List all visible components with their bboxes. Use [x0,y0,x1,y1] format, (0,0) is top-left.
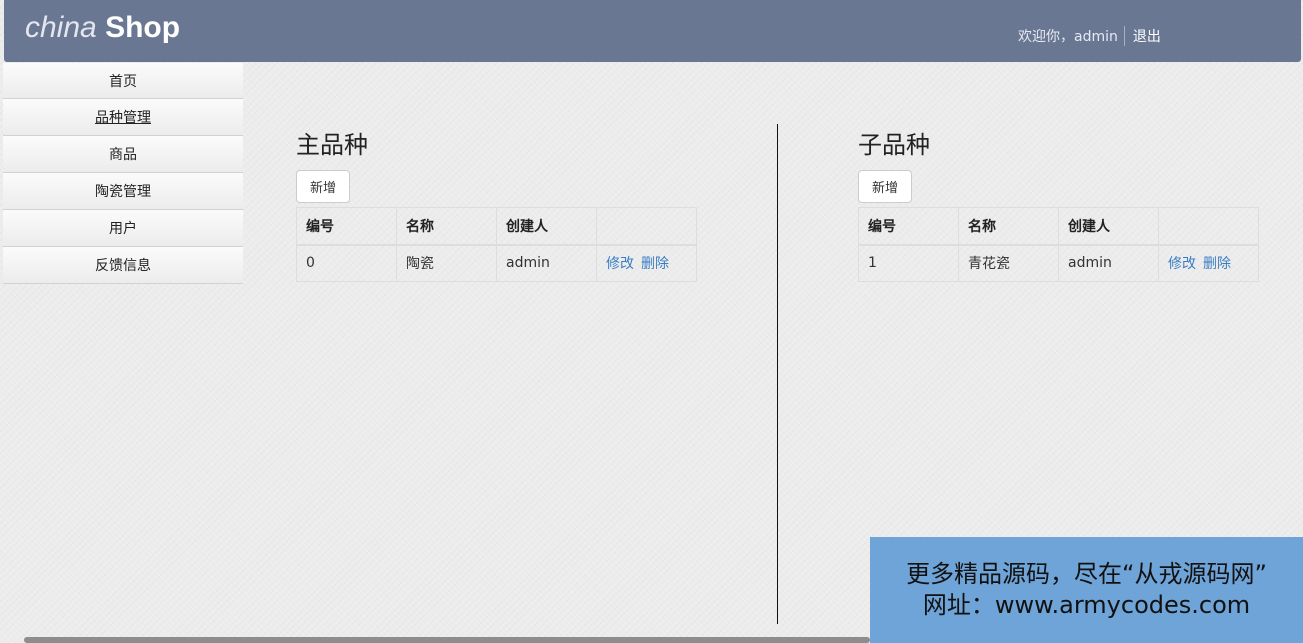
column-header-creator: 创建人 [1058,207,1159,246]
promo-line2: 网址：www.armycodes.com [922,591,1251,619]
sidebar-item-label: 用户 [109,221,137,237]
welcome-text: 欢迎你，admin [1018,29,1118,45]
sidebar: 首页 品种管理 商品 陶瓷管理 用户 反馈信息 [3,63,243,284]
sidebar-item-category-management[interactable]: 品种管理 [3,99,243,136]
vertical-divider [777,124,778,624]
brand-part1: china [25,11,97,44]
delete-link[interactable]: 删除 [1203,256,1231,272]
column-header-name: 名称 [958,207,1059,246]
column-header-id: 编号 [296,207,397,246]
top-navbar: china Shop 欢迎你，admin 退出 [4,0,1301,62]
sub-category-panel: 子品种 新增 编号 名称 创建人 1 青花瓷 admin 修改 删除 [858,130,1259,282]
cell-name: 陶瓷 [396,244,497,282]
sidebar-item-label: 商品 [109,147,137,163]
sidebar-item-label: 陶瓷管理 [95,184,151,200]
cell-id: 0 [296,244,397,282]
promo-banner: 更多精品源码，尽在“从戎源码网” 网址：www.armycodes.com [870,537,1303,643]
edit-link[interactable]: 修改 [606,256,634,272]
cell-creator: admin [496,244,597,282]
cell-actions: 修改 删除 [1158,244,1259,282]
delete-link[interactable]: 删除 [641,256,669,272]
cell-actions: 修改 删除 [596,244,697,282]
brand-logo[interactable]: china Shop [25,11,180,45]
logout-link[interactable]: 退出 [1133,26,1161,46]
cell-id: 1 [858,244,959,282]
add-sub-category-button[interactable]: 新增 [858,170,912,203]
sidebar-item-feedback[interactable]: 反馈信息 [3,247,243,284]
sub-category-table: 编号 名称 创建人 1 青花瓷 admin 修改 删除 [858,207,1259,282]
table-row: 0 陶瓷 admin 修改 删除 [296,244,697,282]
brand-part2: Shop [105,11,181,44]
horizontal-scrollbar[interactable] [24,637,870,643]
add-main-category-button[interactable]: 新增 [296,170,350,203]
sidebar-item-home[interactable]: 首页 [3,63,243,99]
sidebar-item-products[interactable]: 商品 [3,136,243,173]
column-header-actions [596,207,697,246]
table-row: 1 青花瓷 admin 修改 删除 [858,244,1259,282]
user-box: 欢迎你，admin 退出 [1018,26,1161,46]
sidebar-item-label: 反馈信息 [95,258,151,274]
column-header-actions [1158,207,1259,246]
column-header-id: 编号 [858,207,959,246]
sidebar-item-label: 首页 [109,73,137,90]
cell-name: 青花瓷 [958,244,1059,282]
main-category-title: 主品种 [296,131,368,159]
cell-creator: admin [1058,244,1159,282]
sub-category-title: 子品种 [858,131,930,159]
sidebar-item-ceramics-management[interactable]: 陶瓷管理 [3,173,243,210]
sidebar-item-label: 品种管理 [95,110,151,126]
main-category-panel: 主品种 新增 编号 名称 创建人 0 陶瓷 admin 修改 删除 [296,130,697,282]
table-header-row: 编号 名称 创建人 [296,207,697,246]
main-category-table: 编号 名称 创建人 0 陶瓷 admin 修改 删除 [296,207,697,282]
edit-link[interactable]: 修改 [1168,256,1196,272]
sidebar-item-users[interactable]: 用户 [3,210,243,247]
table-header-row: 编号 名称 创建人 [858,207,1259,246]
column-header-creator: 创建人 [496,207,597,246]
divider [1123,26,1125,46]
promo-line1: 更多精品源码，尽在“从戎源码网” [906,560,1267,588]
column-header-name: 名称 [396,207,497,246]
